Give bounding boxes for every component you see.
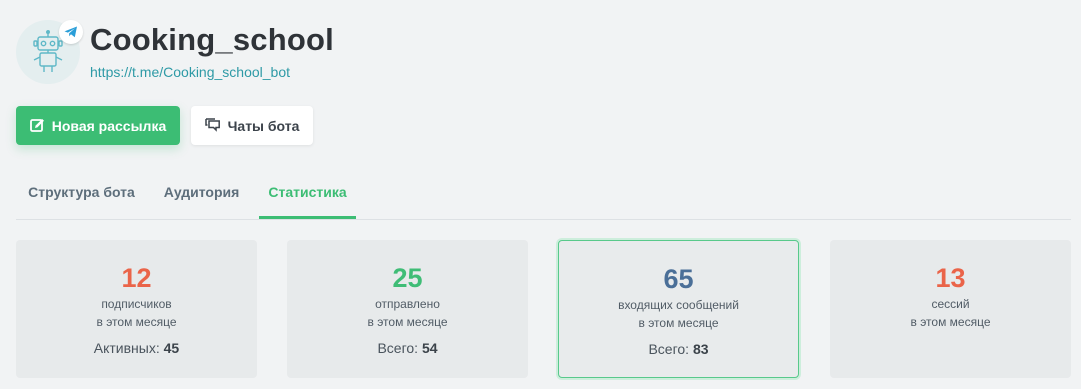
stat-desc-line1: подписчиков — [101, 297, 172, 311]
edit-icon — [29, 119, 44, 132]
stat-value: 13 — [935, 263, 966, 293]
new-mailing-label: Новая рассылка — [51, 117, 167, 134]
stat-value: 65 — [663, 264, 694, 294]
stat-footer-value: 83 — [692, 341, 709, 357]
bot-chats-label: Чаты бота — [227, 117, 300, 134]
stat-desc-line1: входящих сообщений — [618, 298, 739, 312]
bot-link[interactable]: https://t.me/Cooking_school_bot — [90, 64, 334, 80]
stat-value: 25 — [392, 263, 423, 293]
stat-value: 12 — [121, 263, 152, 293]
stat-card-sessions: 13 сессий в этом месяце — [830, 240, 1071, 378]
stat-footer: Всего: 54 — [287, 340, 528, 356]
stat-footer: Активных: 45 — [16, 340, 257, 356]
stat-desc-line2: в этом месяце — [367, 315, 448, 329]
stat-desc-line2: в этом месяце — [96, 315, 177, 329]
stat-footer-label: Всего: — [648, 341, 690, 357]
chat-bubbles-icon — [204, 118, 220, 132]
stat-desc-line2: в этом месяце — [638, 316, 719, 330]
tab-bar: Структура бота Аудитория Статистика — [16, 172, 1071, 220]
stat-footer-value: 54 — [421, 340, 438, 356]
stat-footer: Всего: 83 — [559, 341, 798, 357]
new-mailing-button[interactable]: Новая рассылка — [16, 106, 180, 145]
stat-desc-line1: сессий — [931, 297, 970, 311]
tab-statistics[interactable]: Статистика — [259, 172, 356, 219]
stat-footer-label: Активных: — [93, 340, 160, 356]
bot-title: Cooking_school — [90, 22, 334, 57]
tab-audience[interactable]: Аудитория — [162, 172, 241, 219]
tab-bot-structure[interactable]: Структура бота — [26, 172, 137, 219]
stat-card-sent: 25 отправлено в этом месяце Всего: 54 — [287, 240, 528, 378]
stat-footer-label: Всего: — [377, 340, 419, 356]
telegram-icon — [64, 26, 77, 38]
bot-chats-button[interactable]: Чаты бота — [191, 106, 313, 145]
stat-desc-line1: отправлено — [375, 297, 440, 311]
bot-avatar — [16, 20, 83, 84]
stat-card-incoming: 65 входящих сообщений в этом месяце Всег… — [558, 240, 799, 378]
stat-desc-line2: в этом месяце — [910, 315, 991, 329]
stat-card-subscribers: 12 подписчиков в этом месяце Активных: 4… — [16, 240, 257, 378]
telegram-badge — [59, 20, 83, 44]
stat-footer-value: 45 — [163, 340, 180, 356]
bot-header: Cooking_school https://t.me/Cooking_scho… — [16, 20, 334, 84]
